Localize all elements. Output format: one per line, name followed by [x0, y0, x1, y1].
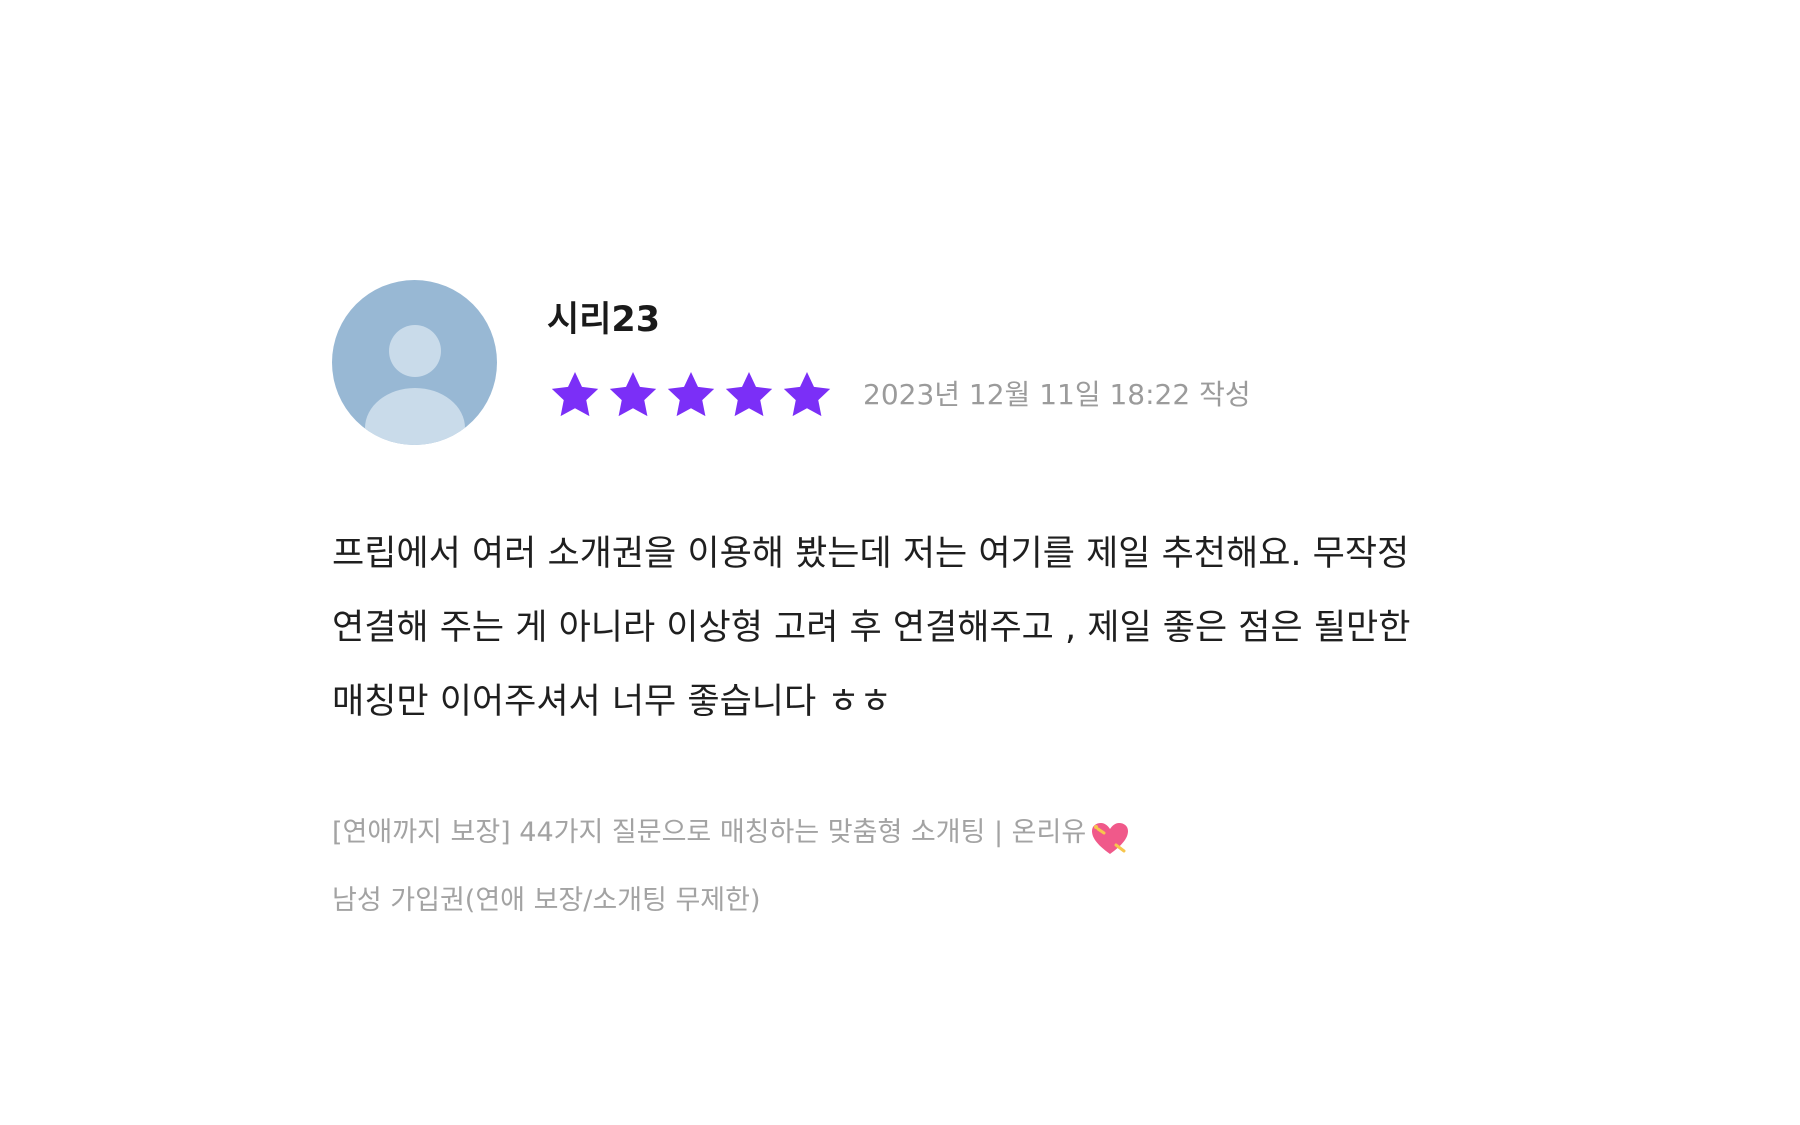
avatar: [332, 280, 497, 445]
star-icon: [551, 372, 599, 417]
star-icon: [783, 372, 831, 417]
product-option: 남성 가입권(연애 보장/소개팅 무제한): [332, 885, 761, 916]
avatar-head-shape: [389, 325, 441, 377]
product-info: [연애까지 보장] 44가지 질문으로 매칭하는 맞춤형 소개팅 | 온리유 남…: [332, 799, 1492, 935]
star-rating: [547, 368, 837, 422]
reviewer-name: 시리23: [547, 300, 661, 340]
avatar-body-shape: [365, 388, 465, 445]
review-card: 시리23 2023년 12월 11일 18:22 작성 프립에서 여러 소개권을…: [332, 280, 1492, 935]
star-icon: [609, 372, 657, 417]
star-icon: [725, 372, 773, 417]
review-date: 2023년 12월 11일 18:22 작성: [863, 378, 1251, 411]
review-body: 프립에서 여러 소개권을 이용해 봤는데 저는 여기를 제일 추천해요. 무작정…: [332, 534, 1411, 722]
review-meta: 시리23 2023년 12월 11일 18:22 작성: [547, 280, 1251, 422]
heart-arrow-icon: [1090, 815, 1130, 854]
review-header: 시리23 2023년 12월 11일 18:22 작성: [332, 280, 1492, 445]
product-title-line: [연애까지 보장] 44가지 질문으로 매칭하는 맞춤형 소개팅 | 온리유: [332, 799, 1492, 867]
star-icon: [667, 372, 715, 417]
rating-row: 2023년 12월 11일 18:22 작성: [547, 368, 1251, 422]
product-title: [연애까지 보장] 44가지 질문으로 매칭하는 맞춤형 소개팅 | 온리유: [332, 817, 1087, 848]
